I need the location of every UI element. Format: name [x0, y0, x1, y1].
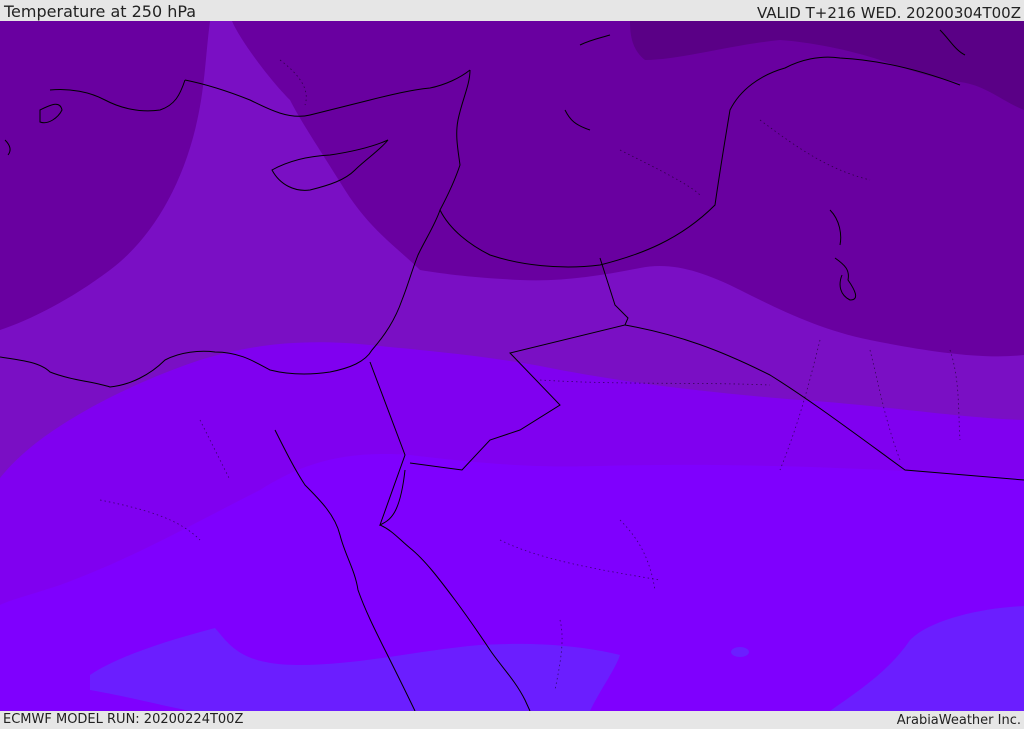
map-canvas [0, 21, 1024, 711]
valid-time-label: VALID T+216 WED. 20200304T00Z [756, 4, 1021, 22]
model-run-label: ECMWF MODEL RUN: 20200224T00Z [3, 712, 244, 727]
credit-label: ArabiaWeather Inc. [896, 713, 1021, 728]
weather-map[interactable] [0, 21, 1024, 711]
band-pale-spot [731, 647, 749, 657]
map-title: Temperature at 250 hPa [4, 2, 197, 21]
header-bar: Temperature at 250 hPa VALID T+216 WED. … [0, 0, 1024, 21]
footer-bar: ECMWF MODEL RUN: 20200224T00Z ArabiaWeat… [0, 711, 1024, 729]
